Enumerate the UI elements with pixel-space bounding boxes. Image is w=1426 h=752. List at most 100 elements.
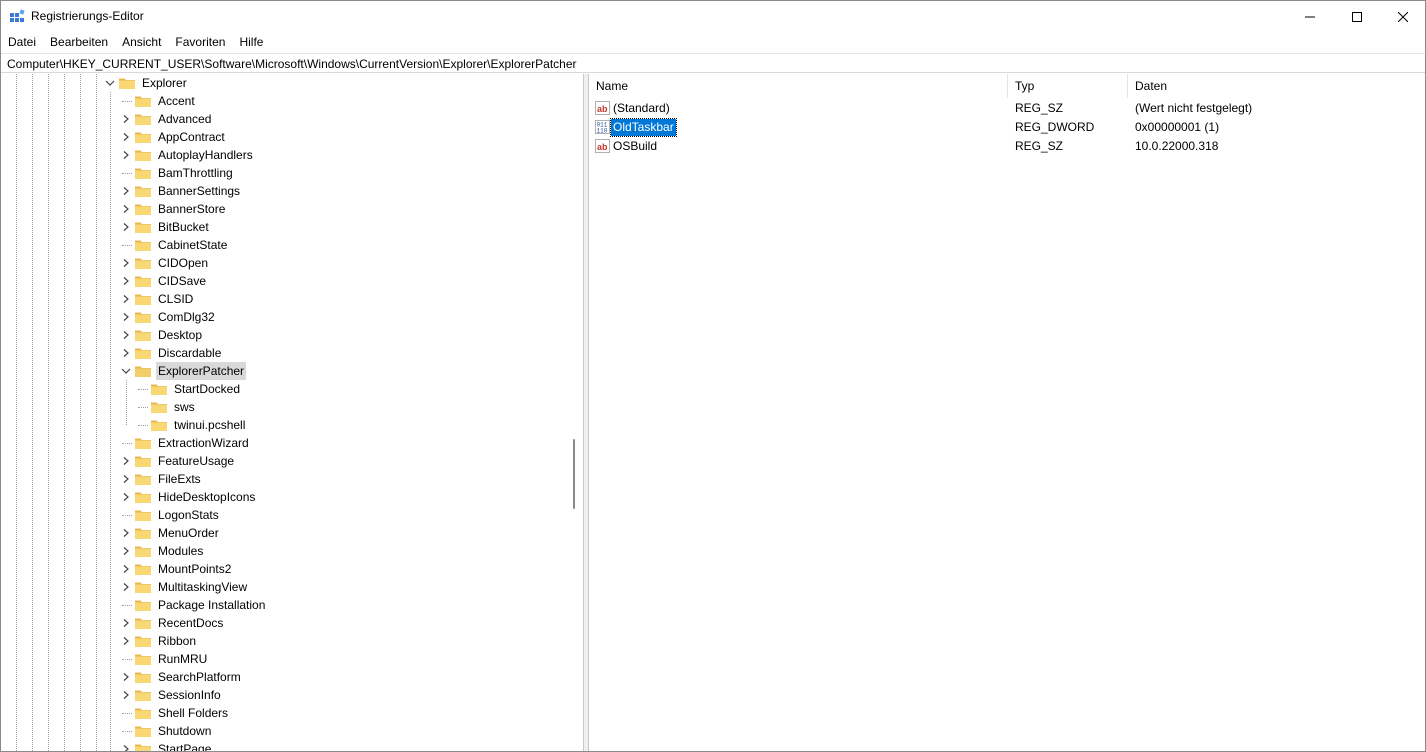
folder-icon	[135, 564, 151, 575]
tree-expander[interactable]	[118, 524, 134, 542]
menu-ansicht[interactable]: Ansicht	[115, 32, 168, 52]
tree-item[interactable]: MountPoints2	[118, 560, 233, 578]
tree-expander[interactable]	[118, 110, 134, 128]
menu-hilfe[interactable]: Hilfe	[232, 32, 270, 52]
key-tree-pane[interactable]: Explorer Accent Advanced AppContract Autopla…	[1, 74, 584, 752]
close-button[interactable]	[1380, 1, 1425, 32]
tree-item[interactable]: Discardable	[118, 344, 223, 362]
folder-icon	[135, 132, 151, 143]
svg-text:ab: ab	[597, 104, 608, 114]
tree-expander[interactable]	[118, 578, 134, 596]
tree-expander[interactable]	[118, 542, 134, 560]
folder-icon	[135, 186, 151, 197]
tree-item[interactable]: ExtractionWizard	[118, 434, 251, 452]
value-row[interactable]: ab (Standard) REG_SZ (Wert nicht festgelegt…	[589, 99, 1425, 118]
column-header-name[interactable]: Name	[589, 74, 1008, 98]
title-bar[interactable]: Registrierungs-Editor	[1, 1, 1425, 32]
tree-guide-line	[126, 380, 127, 425]
tree-item[interactable]: LogonStats	[118, 506, 221, 524]
tree-item[interactable]: BamThrottling	[118, 164, 235, 182]
tree-item[interactable]: HideDesktopIcons	[118, 488, 257, 506]
menu-datei[interactable]: Datei	[1, 32, 43, 52]
tree-expander[interactable]	[118, 308, 134, 326]
tree-item[interactable]: MenuOrder	[118, 524, 221, 542]
tree-expander[interactable]	[118, 452, 134, 470]
tree-expander[interactable]	[118, 560, 134, 578]
column-header-type[interactable]: Typ	[1008, 74, 1128, 98]
tree-expander[interactable]	[118, 614, 134, 632]
tree-connector	[122, 713, 132, 714]
tree-item[interactable]: AppContract	[118, 128, 227, 146]
tree-item[interactable]: Advanced	[118, 110, 213, 128]
tree-item[interactable]: SessionInfo	[118, 686, 223, 704]
tree-item[interactable]: MultitaskingView	[118, 578, 249, 596]
tree-guide-line	[48, 74, 49, 751]
tree-expander[interactable]	[118, 128, 134, 146]
tree-item[interactable]: FileExts	[118, 470, 203, 488]
tree-expander[interactable]	[118, 632, 134, 650]
tree-item[interactable]: CIDSave	[118, 272, 208, 290]
tree-item[interactable]: Explorer	[102, 74, 189, 92]
tree-item[interactable]: BannerStore	[118, 200, 227, 218]
tree-item[interactable]: FeatureUsage	[118, 452, 236, 470]
tree-expander[interactable]	[118, 218, 134, 236]
tree-item[interactable]: AutoplayHandlers	[118, 146, 255, 164]
tree-expander[interactable]	[118, 470, 134, 488]
tree-item-label: StartPage	[158, 742, 212, 752]
tree-item[interactable]: Desktop	[118, 326, 204, 344]
tree-expander[interactable]	[118, 686, 134, 704]
tree-item[interactable]: BannerSettings	[118, 182, 242, 200]
tree-connector	[122, 173, 132, 174]
tree-item[interactable]: Package Installation	[118, 596, 267, 614]
menu-favoriten[interactable]: Favoriten	[168, 32, 232, 52]
tree-expander[interactable]	[118, 146, 134, 164]
tree-scrollbar-thumb[interactable]	[573, 439, 575, 509]
tree-scrollbar[interactable]	[566, 74, 582, 751]
values-list-pane[interactable]: Name Typ Daten ab (Standard) REG_SZ (Wert n…	[588, 74, 1425, 751]
tree-item[interactable]: ExplorerPatcher	[118, 362, 247, 380]
tree-expander[interactable]	[102, 74, 118, 92]
folder-icon	[135, 330, 151, 341]
value-row[interactable]: 011 110 OldTaskbar REG_DWORD 0x00000001 (1)	[589, 118, 1425, 137]
tree-item[interactable]: CIDOpen	[118, 254, 210, 272]
tree-expander[interactable]	[118, 290, 134, 308]
folder-icon	[135, 222, 151, 233]
tree-expander[interactable]	[118, 362, 134, 380]
tree-item[interactable]: Modules	[118, 542, 205, 560]
tree-item[interactable]: CabinetState	[118, 236, 229, 254]
tree-expander[interactable]	[118, 200, 134, 218]
chevron-right-icon	[123, 583, 129, 591]
tree-expander[interactable]	[118, 344, 134, 362]
value-row[interactable]: ab OSBuild REG_SZ 10.0.22000.318	[589, 137, 1425, 156]
tree-item-label: RunMRU	[158, 652, 208, 666]
chevron-right-icon	[123, 277, 129, 285]
folder-icon	[135, 456, 151, 467]
tree-item[interactable]: Ribbon	[118, 632, 198, 650]
tree-item[interactable]: RecentDocs	[118, 614, 225, 632]
column-header-data[interactable]: Daten	[1128, 74, 1416, 98]
tree-item[interactable]: twinui.pcshell	[134, 416, 247, 434]
tree-expander[interactable]	[118, 326, 134, 344]
tree-item[interactable]: SearchPlatform	[118, 668, 243, 686]
maximize-button[interactable]	[1334, 1, 1380, 32]
tree-connector	[122, 659, 132, 660]
menu-bearbeiten[interactable]: Bearbeiten	[43, 32, 115, 52]
address-input[interactable]	[7, 56, 1417, 72]
tree-item[interactable]: StartPage	[118, 740, 213, 752]
tree-expander[interactable]	[118, 272, 134, 290]
folder-icon	[135, 366, 151, 377]
tree-item[interactable]: CLSID	[118, 290, 195, 308]
tree-expander[interactable]	[118, 740, 134, 751]
tree-item[interactable]: Shell Folders	[118, 704, 230, 722]
tree-expander[interactable]	[118, 668, 134, 686]
folder-icon	[135, 708, 151, 719]
tree-expander[interactable]	[118, 254, 134, 272]
tree-expander[interactable]	[118, 182, 134, 200]
minimize-button[interactable]	[1287, 1, 1333, 32]
tree-item[interactable]: ComDlg32	[118, 308, 217, 326]
string-value-icon: ab	[595, 101, 610, 115]
tree-expander[interactable]	[118, 488, 134, 506]
tree-item[interactable]: StartDocked	[134, 380, 242, 398]
tree-item[interactable]: BitBucket	[118, 218, 211, 236]
tree-item[interactable]: Shutdown	[118, 722, 213, 740]
